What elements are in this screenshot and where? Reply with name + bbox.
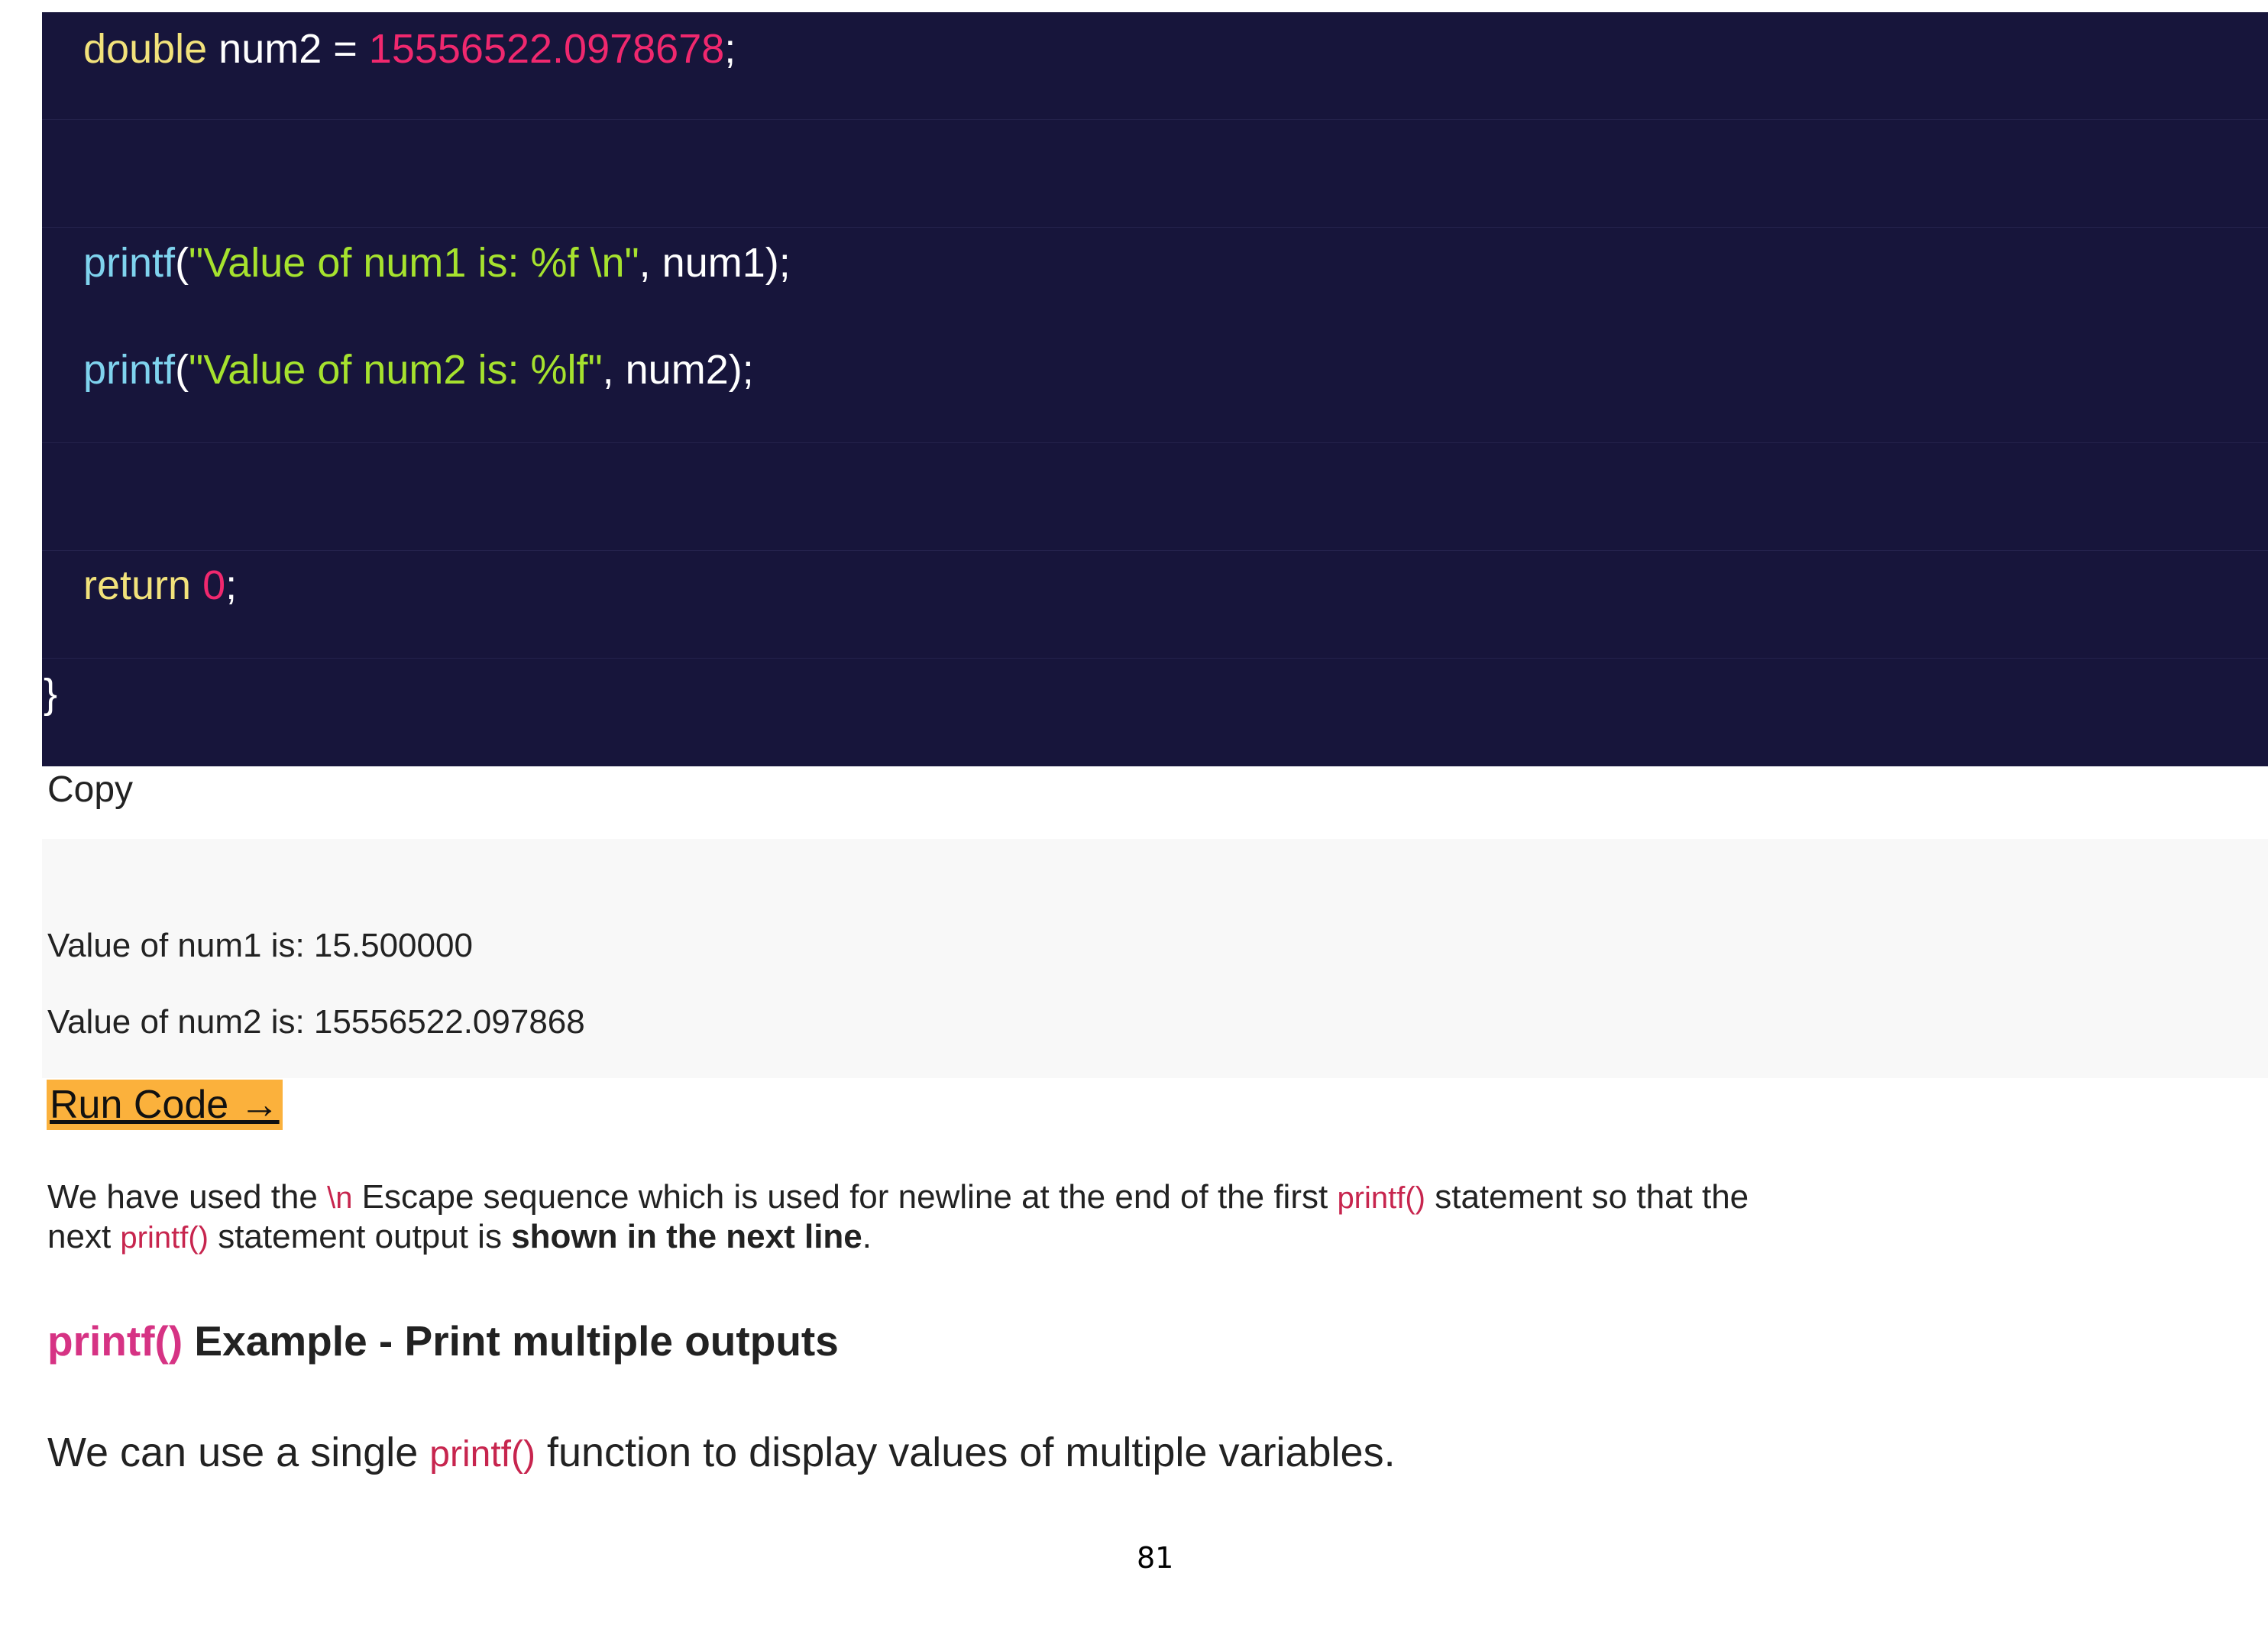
code-semicolon-token: ;: [724, 26, 736, 72]
page-number: 81: [1137, 1541, 1174, 1575]
code-type-token: double: [83, 26, 208, 72]
code-line-2: [42, 120, 2268, 228]
section-heading: printf() Example - Print multiple output…: [47, 1315, 839, 1367]
inline-code-printf: printf(): [120, 1221, 209, 1255]
code-line-7: }: [42, 659, 2268, 766]
code-block: double num2 = 15556522.0978678; printf("…: [42, 12, 2268, 766]
code-string-token: "Value of num2 is: %lf": [189, 347, 603, 393]
paragraph-text: Escape sequence which is used for newlin…: [352, 1178, 1338, 1216]
paragraph-text: next: [47, 1218, 121, 1255]
code-line-7-text: }: [44, 671, 57, 717]
code-plain-token: , num2);: [602, 347, 754, 393]
code-line-3-4: printf("Value of num1 is: %f \n", num1);…: [42, 228, 2268, 443]
heading-text: Example - Print multiple outputs: [183, 1317, 839, 1365]
code-string-token: "Value of num1 is: %f \n": [189, 240, 639, 286]
paragraph-text: statement so that the: [1425, 1178, 1749, 1216]
code-semicolon-token: ;: [225, 562, 238, 608]
code-line-1: double num2 = 15556522.0978678;: [42, 12, 2268, 120]
code-paren-token: (: [175, 240, 189, 286]
code-line-3-text: printf("Value of num1 is: %f \n", num1);: [83, 240, 791, 286]
code-keyword-token: return: [83, 562, 192, 608]
code-plain-token: num2 =: [207, 26, 369, 72]
lead-text: function to display values of multiple v…: [535, 1430, 1396, 1475]
paragraph-line-1: We have used the \n Escape sequence whic…: [47, 1177, 1749, 1218]
paragraph-bold-text: shown in the next line: [511, 1218, 862, 1255]
paragraph-text: We have used the: [47, 1178, 328, 1216]
inline-code-printf: printf(): [429, 1434, 535, 1475]
code-line-1-text: double num2 = 15556522.0978678;: [83, 26, 736, 72]
copy-button[interactable]: Copy: [47, 766, 133, 814]
code-line-6-text: return 0;: [83, 562, 237, 608]
lead-paragraph: We can use a single printf() function to…: [47, 1427, 1396, 1480]
code-line-4-text: printf("Value of num2 is: %lf", num2);: [83, 347, 754, 393]
inline-code-printf: printf(): [1337, 1181, 1426, 1215]
output-block: Value of num1 is: 15.500000 Value of num…: [42, 839, 2268, 1078]
code-line-5: [42, 443, 2268, 551]
heading-function-name: printf(): [47, 1317, 183, 1365]
code-function-token: printf: [83, 347, 176, 393]
code-number-token: 15556522.0978678: [368, 26, 725, 72]
run-code-button[interactable]: Run Code →: [47, 1080, 283, 1130]
output-line-1: Value of num1 is: 15.500000: [47, 927, 473, 964]
output-line-2: Value of num2 is: 15556522.097868: [47, 1003, 585, 1041]
code-space-token: [191, 562, 202, 608]
code-paren-token: (: [175, 347, 189, 393]
code-line-6: return 0;: [42, 551, 2268, 659]
paragraph-line-2: next printf() statement output is shown …: [47, 1217, 872, 1258]
code-plain-token: , num1);: [639, 240, 791, 286]
inline-code-newline: \n: [327, 1181, 353, 1215]
paragraph-text: .: [862, 1218, 872, 1255]
paragraph-text: statement output is: [208, 1218, 512, 1255]
code-brace-token: }: [44, 671, 58, 717]
code-function-token: printf: [83, 240, 176, 286]
lead-text: We can use a single: [47, 1430, 430, 1475]
code-number-token: 0: [202, 562, 226, 608]
